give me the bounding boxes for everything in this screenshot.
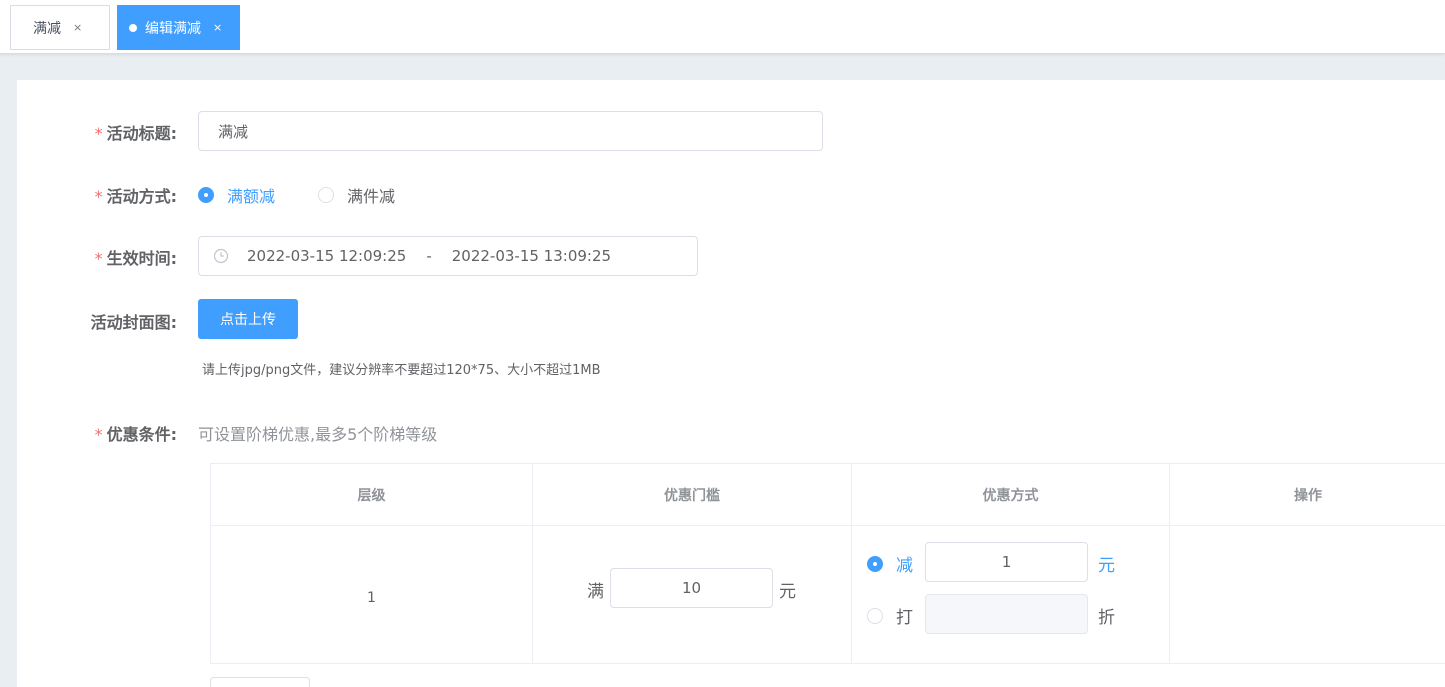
tab-label: 满减 [33,20,61,37]
header-level: 层级 [211,464,533,526]
radio-circle-icon [867,555,883,572]
cell-actions [1170,526,1445,664]
tab-manjian[interactable]: 满减 × [10,5,110,50]
mode-label: * 活动方式: [94,187,177,206]
radio-fold[interactable]: 打 [867,603,913,628]
form-card: * 活动标题: 满减 * 活动方式: 满额减 满件减 * 生效时间: 2022-03-… [17,80,1445,687]
cell-discount: 减 1 元 打 折 [852,526,1170,664]
radio-reduce[interactable]: 减 [867,551,913,576]
fold-rate-input[interactable] [925,594,1088,634]
end-time: 2022-03-15 13:09:25 [451,247,612,265]
radio-circle-icon [198,187,214,203]
clock-icon [213,248,229,264]
radio-full-amount[interactable]: 满额减 [198,183,275,207]
header-threshold: 优惠门槛 [533,464,852,526]
radio-label: 满件减 [347,187,396,206]
reduce-amount-input[interactable]: 1 [925,542,1088,582]
level-value: 1 [367,590,376,606]
threshold-prefix: 满 [587,582,604,602]
radio-circle-icon [867,607,883,624]
radio-full-quantity[interactable]: 满件减 [318,183,395,207]
range-separator: - [426,247,432,265]
header-actions: 操作 [1170,464,1445,526]
title-input[interactable]: 满减 [198,111,823,151]
condition-label: * 优惠条件: [94,425,177,444]
cell-level: 1 [211,526,533,664]
cell-threshold: 满 10 元 [533,526,852,664]
radio-label: 减 [896,556,913,576]
close-icon[interactable]: × [213,21,222,34]
upload-button[interactable]: 点击上传 [198,299,298,339]
required-mark: * [94,249,103,268]
active-dot-icon [129,23,137,32]
tier-table: 层级 优惠门槛 优惠方式 操作 1 满 10 元 减 1 元 打 折 [210,463,1445,664]
reduce-unit: 元 [1098,556,1115,576]
threshold-suffix: 元 [779,582,796,602]
radio-circle-icon [318,187,334,203]
tabs-bar: 满减 × 编辑满减 × [0,0,1445,54]
threshold-input[interactable]: 10 [610,568,773,608]
required-mark: * [94,425,103,444]
radio-label: 打 [896,608,913,628]
required-mark: * [94,124,103,143]
title-label: * 活动标题: [94,124,177,143]
fold-unit: 折 [1098,608,1115,628]
header-discount: 优惠方式 [852,464,1170,526]
upload-hint: 请上传jpg/png文件，建议分辨率不要超过120*75、大小不超过1MB [202,363,601,378]
radio-label: 满额减 [227,187,276,206]
tab-label: 编辑满减 [145,20,201,37]
add-tier-button[interactable] [210,677,310,687]
cover-label: 活动封面图: [90,313,177,332]
date-range-picker[interactable]: 2022-03-15 12:09:25 - 2022-03-15 13:09:2… [198,236,698,276]
required-mark: * [94,187,103,206]
condition-hint: 可设置阶梯优惠,最多5个阶梯等级 [198,425,438,444]
close-icon[interactable]: × [73,21,82,34]
time-label: * 生效时间: [94,249,177,268]
start-time: 2022-03-15 12:09:25 [247,247,407,265]
tab-edit-manjian[interactable]: 编辑满减 × [117,5,240,50]
